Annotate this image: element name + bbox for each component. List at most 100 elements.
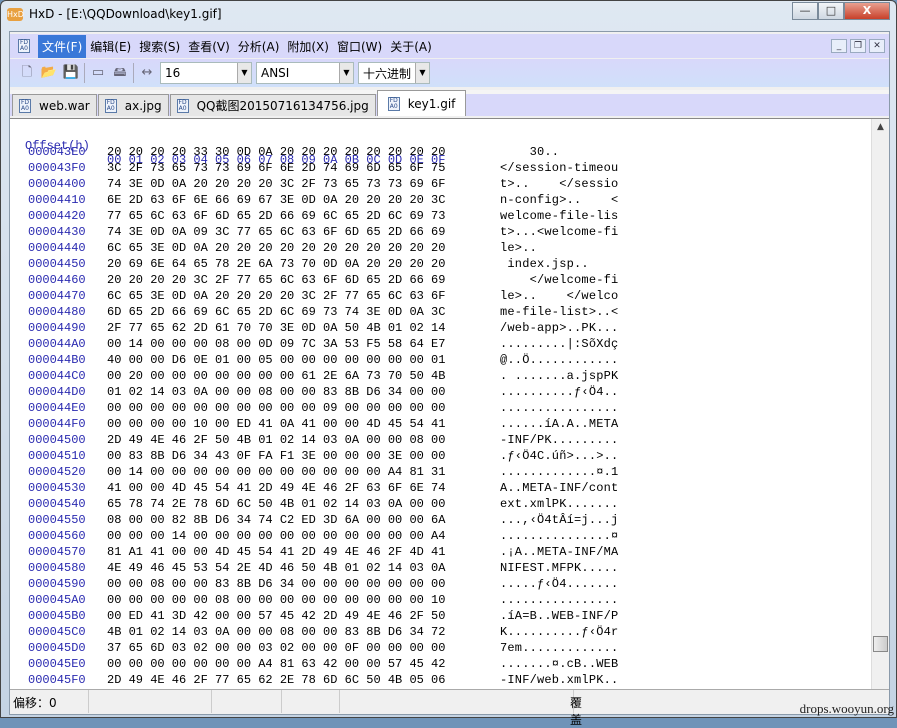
row-bytes[interactable]: 00 00 00 00 10 00 ED 41 0A 41 00 00 4D 4… (107, 417, 445, 431)
row-ascii[interactable]: ......íA.A..META (500, 417, 618, 431)
row-ascii[interactable]: 7em............. (500, 641, 618, 655)
row-bytes[interactable]: 20 69 6E 64 65 78 2E 6A 73 70 0D 0A 20 2… (107, 257, 445, 271)
row-bytes[interactable]: 77 65 6C 63 6F 6D 65 2D 66 69 6C 65 2D 6… (107, 209, 445, 223)
menu-window[interactable]: 窗口(W) (333, 35, 386, 58)
mdi-close-icon[interactable]: ✕ (869, 39, 885, 53)
tab-key1-gif[interactable]: FD A0 key1.gif (376, 90, 467, 116)
row-ascii[interactable]: NIFEST.MFPK..... (500, 561, 618, 575)
row-ascii[interactable]: /web-app>..PK... (500, 321, 618, 335)
scrollbar-thumb[interactable] (873, 636, 888, 652)
chevron-down-icon[interactable]: ▼ (415, 63, 429, 83)
menu-file[interactable]: 文件(F) (38, 34, 87, 58)
menu-search[interactable]: 搜索(S) (135, 35, 184, 58)
row-bytes[interactable]: 2D 49 4E 46 2F 77 65 62 2E 78 6D 6C 50 4… (107, 673, 445, 687)
row-ascii[interactable]: ...............¤ (500, 529, 618, 543)
row-ascii[interactable]: @..Ö............ (500, 353, 618, 367)
tab-web-war[interactable]: FD A0 web.war (12, 94, 97, 116)
row-bytes[interactable]: 4E 49 46 45 53 54 2E 4D 46 50 4B 01 02 1… (107, 561, 445, 575)
row-ascii[interactable]: .ƒ‹Ö4C.úñ>...>.. (500, 449, 618, 463)
row-bytes[interactable]: 2D 49 4E 46 2F 50 4B 01 02 14 03 0A 00 0… (107, 433, 445, 447)
offset-base-select[interactable]: 十六进制 ▼ (358, 62, 430, 84)
row-ascii[interactable]: le>.. (500, 241, 618, 255)
row-ascii[interactable]: .............¤.1 (500, 465, 618, 479)
row-bytes[interactable]: 00 20 00 00 00 00 00 00 00 61 2E 6A 73 7… (107, 369, 445, 383)
row-ascii[interactable]: .¡A..META-INF/MA (500, 545, 618, 559)
row-bytes[interactable]: 01 02 14 03 0A 00 00 08 00 00 83 8B D6 3… (107, 385, 445, 399)
row-bytes[interactable]: 37 65 6D 03 02 00 00 03 02 00 00 0F 00 0… (107, 641, 445, 655)
chevron-down-icon[interactable]: ▼ (237, 63, 251, 83)
row-ascii[interactable]: K..........ƒ‹Ö4r (500, 625, 618, 639)
chevron-down-icon[interactable]: ▼ (339, 63, 353, 83)
row-ascii[interactable]: n-config>.. < (500, 193, 618, 207)
row-ascii[interactable]: t>...<welcome-fi (500, 225, 618, 239)
row-bytes[interactable]: 00 ED 41 3D 42 00 00 57 45 42 2D 49 4E 4… (107, 609, 445, 623)
row-bytes[interactable]: 6D 65 2D 66 69 6C 65 2D 6C 69 73 74 3E 0… (107, 305, 445, 319)
row-bytes[interactable]: 6E 2D 63 6F 6E 66 69 67 3E 0D 0A 20 20 2… (107, 193, 445, 207)
scroll-up-icon[interactable]: ▲ (872, 119, 889, 136)
open-ram-icon[interactable]: ▭ (89, 64, 107, 82)
row-bytes[interactable]: 6C 65 3E 0D 0A 20 20 20 20 20 20 20 20 2… (107, 241, 445, 255)
new-file-icon[interactable]: 🗋 (18, 64, 36, 82)
row-ascii[interactable]: -INF/web.xmlPK.. (500, 673, 618, 687)
row-ascii[interactable]: ................ (500, 593, 618, 607)
menu-edit[interactable]: 编辑(E) (86, 35, 135, 58)
mdi-minimize-icon[interactable]: _ (831, 39, 847, 53)
row-ascii[interactable]: .......¤.cB..WEB (500, 657, 618, 671)
open-file-icon[interactable]: 📂 (40, 64, 58, 82)
row-ascii[interactable]: me-file-list>..< (500, 305, 618, 319)
row-ascii[interactable]: . .......a.jspPK (500, 369, 618, 383)
row-bytes[interactable]: 00 00 00 00 00 00 00 00 00 00 09 00 00 0… (107, 401, 445, 415)
row-bytes[interactable]: 74 3E 0D 0A 20 20 20 20 3C 2F 73 65 73 7… (107, 177, 445, 191)
row-bytes[interactable]: 00 00 00 00 00 00 00 A4 81 63 42 00 00 5… (107, 657, 445, 671)
row-bytes[interactable]: 20 20 20 20 33 30 0D 0A 20 20 20 20 20 2… (107, 145, 445, 159)
row-bytes[interactable]: 6C 65 3E 0D 0A 20 20 20 20 3C 2F 77 65 6… (107, 289, 445, 303)
row-ascii[interactable]: le>.. </welco (500, 289, 618, 303)
hex-editor[interactable]: Offset(h) 00 01 02 03 04 05 06 07 08 09 … (10, 118, 889, 690)
row-bytes[interactable]: 3C 2F 73 65 73 73 69 6F 6E 2D 74 69 6D 6… (107, 161, 445, 175)
row-bytes[interactable]: 00 00 00 00 00 08 00 00 00 00 00 00 00 0… (107, 593, 445, 607)
row-bytes[interactable]: 81 A1 41 00 00 4D 45 54 41 2D 49 4E 46 2… (107, 545, 445, 559)
row-ascii[interactable]: ................ (500, 401, 618, 415)
row-bytes[interactable]: 74 3E 0D 0A 09 3C 77 65 6C 63 6F 6D 65 2… (107, 225, 445, 239)
row-bytes[interactable]: 00 00 08 00 00 83 8B D6 34 00 00 00 00 0… (107, 577, 445, 591)
row-bytes[interactable]: 00 83 8B D6 34 43 0F FA F1 3E 00 00 00 3… (107, 449, 445, 463)
row-ascii[interactable]: </session-timeou (500, 161, 618, 175)
row-ascii[interactable]: index.jsp.. (500, 257, 618, 271)
document-icon[interactable]: FD A0 (18, 39, 30, 53)
close-button[interactable]: X (844, 2, 890, 20)
tab-ax-jpg[interactable]: FD A0 ax.jpg (97, 94, 169, 116)
row-bytes[interactable]: 40 00 00 D6 0E 01 00 05 00 00 00 00 00 0… (107, 353, 445, 367)
row-ascii[interactable]: ext.xmlPK....... (500, 497, 618, 511)
row-bytes[interactable]: 65 78 74 2E 78 6D 6C 50 4B 01 02 14 03 0… (107, 497, 445, 511)
row-bytes[interactable]: 20 20 20 20 3C 2F 77 65 6C 63 6F 6D 65 2… (107, 273, 445, 287)
tab-qq-screenshot[interactable]: FD A0 QQ截图20150716134756.jpg (169, 94, 376, 116)
row-ascii[interactable]: welcome-file-lis (500, 209, 618, 223)
row-bytes[interactable]: 2F 77 65 62 2D 61 70 70 3E 0D 0A 50 4B 0… (107, 321, 445, 335)
open-disk-icon[interactable]: 🖴 (111, 64, 129, 82)
vertical-scrollbar[interactable]: ▲ (871, 119, 889, 690)
menu-extras[interactable]: 附加(X) (283, 35, 333, 58)
row-bytes[interactable]: 4B 01 02 14 03 0A 00 00 08 00 00 83 8B D… (107, 625, 445, 639)
menu-view[interactable]: 查看(V) (184, 35, 234, 58)
menu-analysis[interactable]: 分析(A) (234, 35, 284, 58)
charset-select[interactable]: ANSI ▼ (256, 62, 354, 84)
row-ascii[interactable]: .....ƒ‹Ö4....... (500, 577, 618, 591)
row-ascii[interactable]: .........|:SõXdç (500, 337, 618, 351)
row-ascii[interactable]: A..META-INF/cont (500, 481, 618, 495)
row-bytes[interactable]: 00 14 00 00 00 08 00 0D 09 7C 3A 53 F5 5… (107, 337, 445, 351)
bytes-per-row-select[interactable]: 16 ▼ (160, 62, 252, 84)
row-ascii[interactable]: ..........ƒ‹Ö4.. (500, 385, 618, 399)
row-ascii[interactable]: 30.. (500, 145, 618, 159)
row-ascii[interactable]: -INF/PK......... (500, 433, 618, 447)
minimize-button[interactable]: — (792, 2, 818, 20)
maximize-button[interactable]: □ (818, 2, 844, 20)
mdi-restore-icon[interactable]: ❐ (850, 39, 866, 53)
row-ascii[interactable]: ...,‹Ö4tÂí=j...j (500, 513, 618, 527)
save-icon[interactable]: 💾 (62, 64, 80, 82)
row-bytes[interactable]: 00 14 00 00 00 00 00 00 00 00 00 00 00 A… (107, 465, 445, 479)
row-ascii[interactable]: .íA=B..WEB-INF/P (500, 609, 618, 623)
menu-about[interactable]: 关于(A) (386, 35, 436, 58)
row-ascii[interactable]: t>.. </sessio (500, 177, 618, 191)
row-bytes[interactable]: 41 00 00 4D 45 54 41 2D 49 4E 46 2F 63 6… (107, 481, 445, 495)
row-ascii[interactable]: </welcome-fi (500, 273, 619, 287)
